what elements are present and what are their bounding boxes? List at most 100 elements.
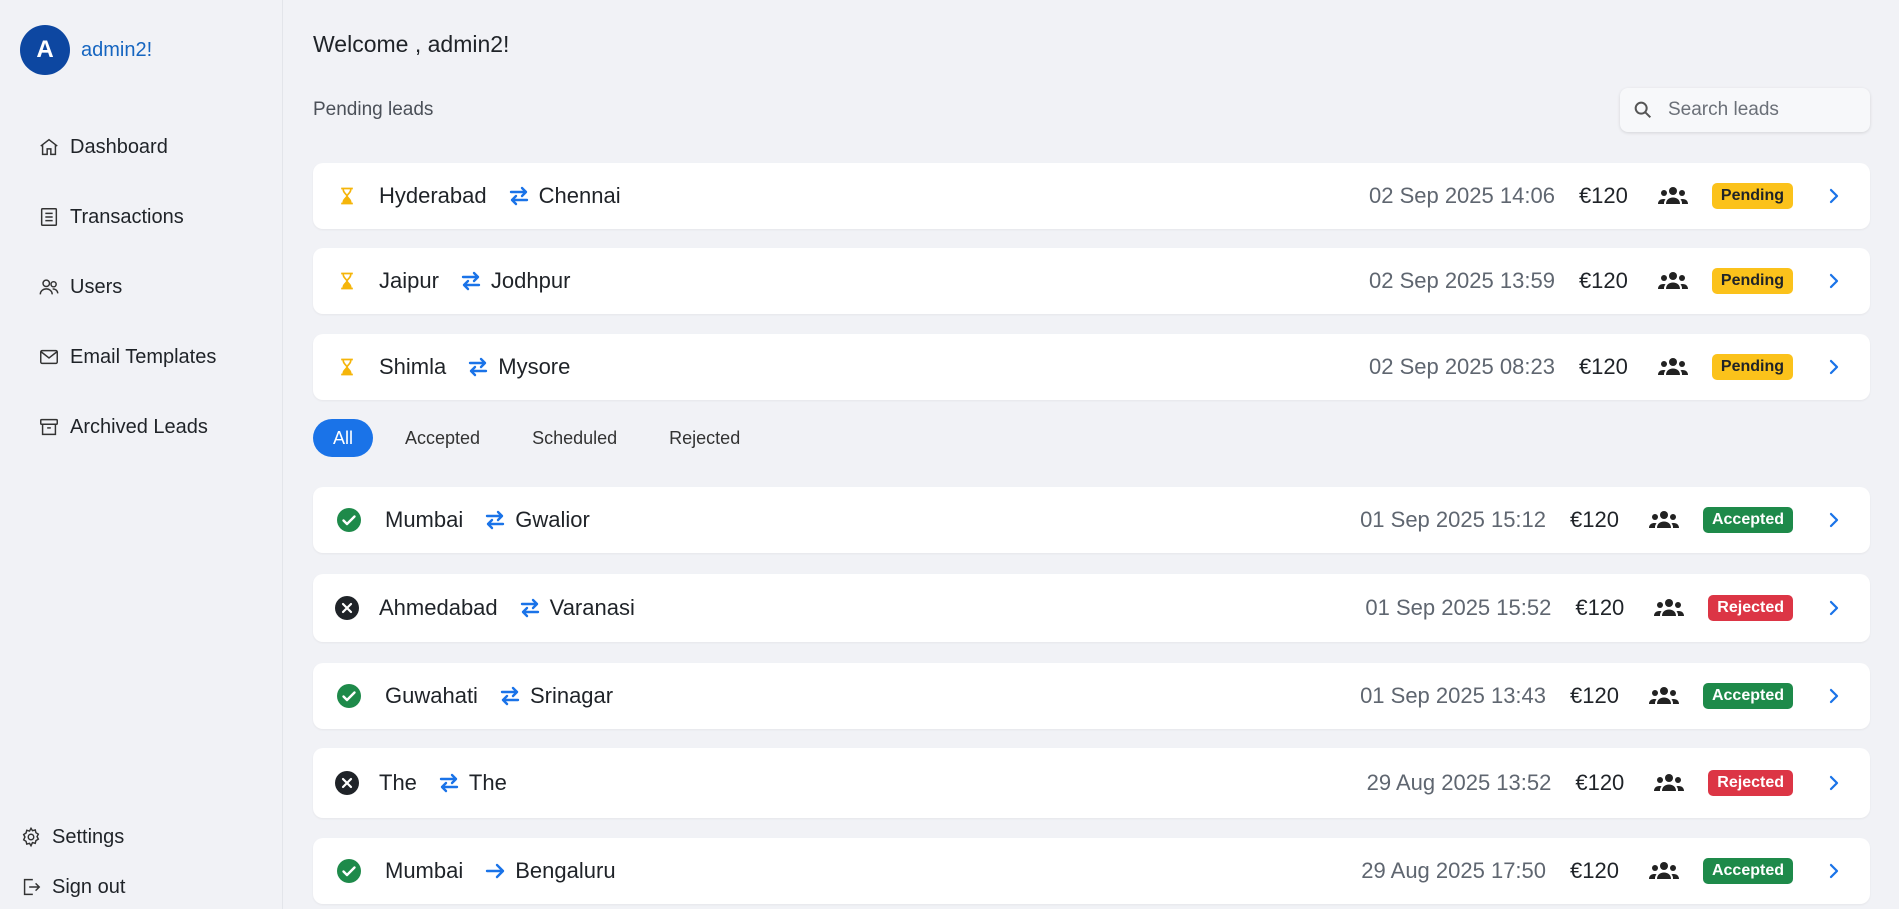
route: The The — [379, 770, 507, 796]
sidebar-item-users[interactable]: Users — [38, 252, 216, 322]
people-icon — [1648, 687, 1679, 704]
lead-meta: 01 Sep 2025 15:52 €120 Rejected — [1365, 595, 1870, 621]
avatar[interactable]: A — [20, 25, 70, 75]
route-to: Jodhpur — [490, 268, 571, 293]
route: Ahmedabad Varanasi — [379, 595, 635, 621]
route-to: Gwalior — [515, 507, 590, 532]
lead-meta: 02 Sep 2025 08:23 €120 Pending — [1369, 354, 1870, 380]
check-circle-icon — [337, 859, 361, 883]
route-from: Ahmedabad — [379, 595, 498, 620]
sidebar-item-sign-out[interactable]: Sign out — [20, 862, 125, 909]
lead-date: 02 Sep 2025 14:06 — [1368, 183, 1555, 208]
lead-card[interactable]: Mumbai Gwalior 01 Sep 2025 15:12 €120 Ac… — [313, 487, 1870, 553]
pending-lead-card[interactable]: Hyderabad Chennai 02 Sep 2025 14:06 €120… — [313, 163, 1870, 229]
route-from: The — [379, 770, 417, 795]
status-badge: Pending — [1711, 354, 1793, 380]
lead-price: €120 — [1578, 268, 1628, 293]
search-icon — [1634, 101, 1652, 119]
lead-price: €120 — [1578, 354, 1628, 379]
route: Shimla Mysore — [379, 354, 570, 380]
route-from: Shimla — [379, 354, 447, 379]
lead-price: €120 — [1578, 183, 1628, 208]
filter-accepted[interactable]: Accepted — [385, 419, 500, 457]
lead-date: 02 Sep 2025 13:59 — [1368, 268, 1555, 293]
hourglass-icon — [335, 355, 359, 379]
search-input[interactable] — [1668, 99, 1858, 121]
sidebar: A admin2! Dashboard Transactions Users E… — [0, 0, 283, 909]
status-badge: Pending — [1711, 183, 1793, 209]
hourglass-icon — [335, 184, 359, 208]
sidebar-item-label: Settings — [52, 825, 125, 848]
sidebar-item-label: Dashboard — [70, 135, 168, 158]
chevron-right-icon[interactable] — [1825, 272, 1843, 290]
route-from: Hyderabad — [379, 183, 487, 208]
lead-price: €120 — [1575, 770, 1625, 795]
swap-icon — [461, 271, 481, 291]
chevron-right-icon[interactable] — [1825, 687, 1843, 705]
chevron-right-icon[interactable] — [1825, 358, 1843, 376]
chevron-right-icon[interactable] — [1825, 862, 1843, 880]
status-badge: Pending — [1711, 268, 1793, 294]
filter-all[interactable]: All — [313, 419, 374, 457]
chevron-right-icon[interactable] — [1825, 774, 1843, 792]
route-to: Mysore — [498, 354, 571, 379]
lead-date: 01 Sep 2025 13:43 — [1360, 683, 1547, 708]
people-icon — [1654, 774, 1685, 791]
lead-meta: 01 Sep 2025 13:43 €120 Accepted — [1360, 683, 1870, 709]
route-from: Guwahati — [385, 683, 478, 708]
sidebar-item-transactions[interactable]: Transactions — [38, 182, 216, 252]
arrow-right-icon — [486, 863, 505, 879]
chevron-right-icon[interactable] — [1825, 599, 1843, 617]
sidebar-item-settings[interactable]: Settings — [20, 812, 125, 862]
x-circle-icon — [335, 596, 359, 620]
sidebar-item-dashboard[interactable]: Dashboard — [38, 112, 216, 182]
archive-icon — [40, 418, 58, 436]
sidebar-bottom-nav: Settings Sign out — [20, 812, 125, 909]
status-badge: Rejected — [1708, 770, 1793, 796]
main-content: Welcome , admin2! Pending leads Hyderaba… — [313, 0, 1870, 909]
lead-date: 29 Aug 2025 17:50 — [1361, 858, 1547, 883]
lead-price: €120 — [1570, 858, 1619, 883]
people-icon — [1648, 862, 1679, 879]
x-circle-icon — [335, 771, 359, 795]
lead-meta: 02 Sep 2025 14:06 €120 Pending — [1369, 183, 1870, 209]
check-circle-icon — [337, 684, 361, 708]
people-icon — [1657, 358, 1688, 375]
chevron-right-icon[interactable] — [1825, 187, 1843, 205]
filter-scheduled[interactable]: Scheduled — [512, 419, 637, 457]
profile-name[interactable]: admin2! — [81, 39, 152, 62]
search-box[interactable] — [1620, 88, 1870, 132]
lead-card[interactable]: Guwahati Srinagar 01 Sep 2025 13:43 €120… — [313, 663, 1870, 729]
people-icon — [1657, 272, 1688, 289]
lead-price: €120 — [1575, 595, 1625, 620]
route: Jaipur Jodhpur — [379, 268, 570, 294]
route-from: Jaipur — [379, 268, 439, 293]
sidebar-item-label: Email Templates — [70, 345, 217, 368]
lead-card[interactable]: Ahmedabad Varanasi 01 Sep 2025 15:52 €12… — [313, 574, 1870, 642]
route-to: Srinagar — [529, 683, 614, 708]
route: Guwahati Srinagar — [385, 683, 613, 709]
pending-leads-title: Pending leads — [313, 99, 434, 120]
swap-icon — [520, 598, 539, 618]
route-to: Varanasi — [549, 595, 635, 620]
route: Mumbai Bengaluru — [385, 858, 616, 884]
status-badge: Accepted — [1702, 507, 1793, 533]
filter-rejected[interactable]: Rejected — [649, 419, 760, 457]
lead-date: 01 Sep 2025 15:12 — [1360, 507, 1547, 532]
route: Hyderabad Chennai — [379, 183, 621, 209]
chevron-right-icon[interactable] — [1825, 511, 1843, 529]
pending-lead-card[interactable]: Jaipur Jodhpur 02 Sep 2025 13:59 €120 Pe… — [313, 248, 1870, 314]
sidebar-item-email-templates[interactable]: Email Templates — [38, 322, 216, 392]
pending-lead-card[interactable]: Shimla Mysore 02 Sep 2025 08:23 €120 Pen… — [313, 334, 1870, 400]
profile[interactable]: A admin2! — [20, 25, 152, 75]
lead-card[interactable]: The The 29 Aug 2025 13:52 €120 Rejected — [313, 748, 1870, 818]
lead-card[interactable]: Mumbai Bengaluru 29 Aug 2025 17:50 €120 … — [313, 838, 1870, 904]
sidebar-item-archived-leads[interactable]: Archived Leads — [38, 392, 216, 462]
ledger-icon — [40, 208, 58, 226]
sidebar-item-label: Sign out — [52, 875, 126, 898]
sidebar-nav: Dashboard Transactions Users Email Templ… — [38, 112, 216, 462]
swap-icon — [509, 186, 528, 206]
envelope-icon — [40, 349, 58, 365]
people-icon — [1657, 187, 1688, 204]
sidebar-item-label: Users — [70, 275, 123, 298]
